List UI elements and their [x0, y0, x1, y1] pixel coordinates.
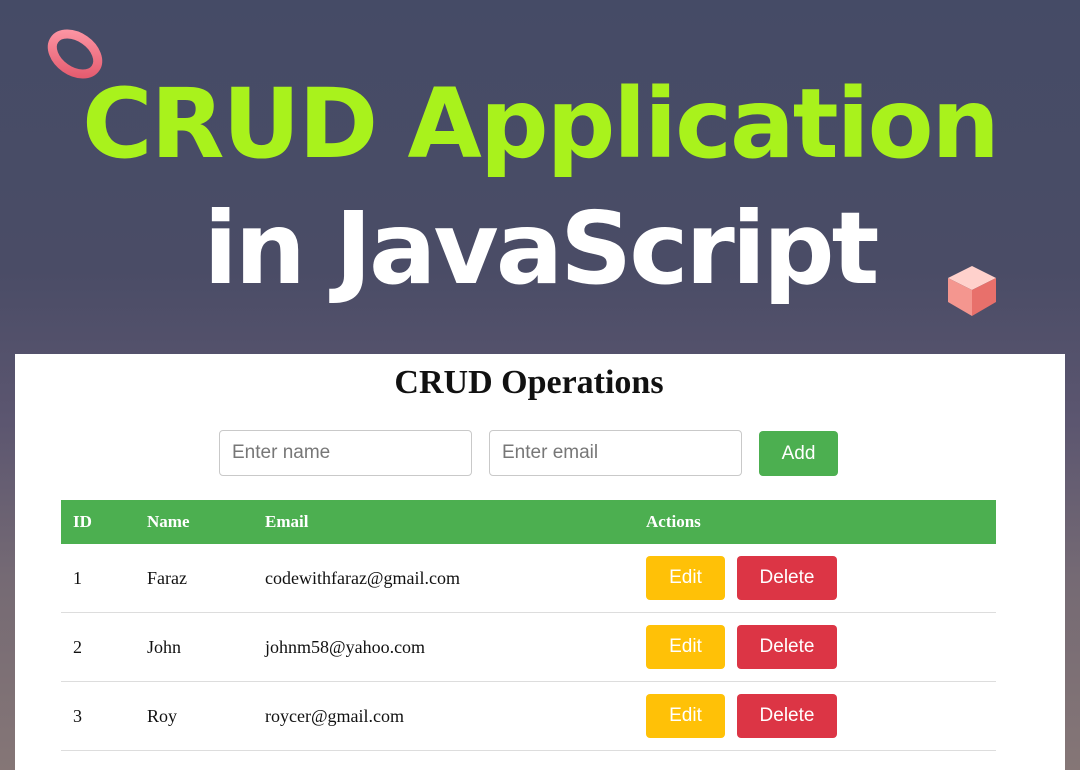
- column-header-email: Email: [253, 500, 634, 544]
- delete-button[interactable]: Delete: [737, 694, 837, 738]
- cell-actions: Edit Delete: [634, 681, 996, 751]
- cell-id: 3: [61, 681, 135, 751]
- edit-button[interactable]: Edit: [646, 556, 725, 600]
- cell-actions: Edit Delete: [634, 612, 996, 682]
- records-table: ID Name Email Actions 1 Faraz codewithfa…: [61, 500, 996, 751]
- cube-icon: [948, 266, 996, 316]
- hero-title-line1: CRUD Application: [82, 68, 1000, 180]
- cell-actions: Edit Delete: [634, 544, 996, 613]
- column-header-actions: Actions: [634, 500, 996, 544]
- delete-button[interactable]: Delete: [737, 556, 837, 600]
- table-header-row: ID Name Email Actions: [61, 500, 996, 544]
- column-header-id: ID: [61, 500, 135, 544]
- cell-email: codewithfaraz@gmail.com: [253, 544, 634, 613]
- edit-button[interactable]: Edit: [646, 694, 725, 738]
- cell-email: roycer@gmail.com: [253, 681, 634, 751]
- add-button[interactable]: Add: [759, 431, 838, 476]
- table-row: 3 Roy roycer@gmail.com Edit Delete: [61, 681, 996, 751]
- email-input[interactable]: [489, 430, 742, 476]
- name-input[interactable]: [219, 430, 472, 476]
- cell-id: 1: [61, 544, 135, 613]
- hero-title-line2: in JavaScript: [203, 190, 880, 307]
- edit-button[interactable]: Edit: [646, 625, 725, 669]
- column-header-name: Name: [135, 500, 253, 544]
- page-title: CRUD Operations: [394, 364, 664, 401]
- delete-button[interactable]: Delete: [737, 625, 837, 669]
- cell-name: Faraz: [135, 544, 253, 613]
- cell-name: John: [135, 612, 253, 682]
- cell-id: 2: [61, 612, 135, 682]
- table-row: 2 John johnm58@yahoo.com Edit Delete: [61, 612, 996, 682]
- table-row: 1 Faraz codewithfaraz@gmail.com Edit Dele…: [61, 544, 996, 613]
- crud-app-panel: CRUD Operations Add ID Name Email Action…: [15, 354, 1065, 770]
- cell-name: Roy: [135, 681, 253, 751]
- cell-email: johnm58@yahoo.com: [253, 612, 634, 682]
